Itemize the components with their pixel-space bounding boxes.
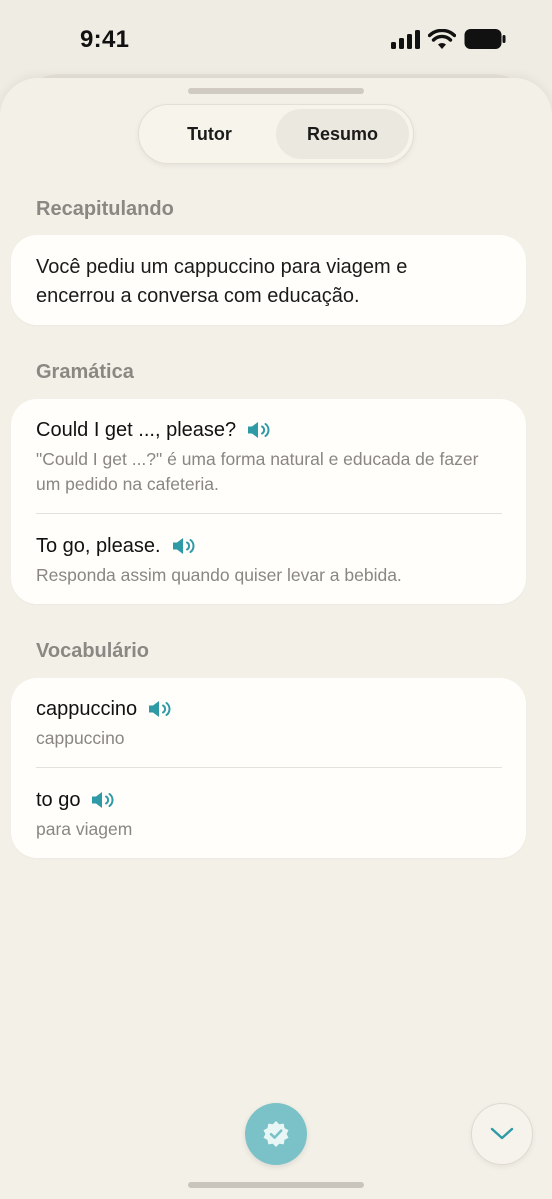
status-time: 9:41 (80, 26, 130, 53)
complete-button[interactable] (245, 1103, 307, 1165)
speaker-icon[interactable] (90, 790, 116, 810)
vocab-item: to go para viagem (36, 785, 502, 842)
chevron-down-icon (490, 1127, 514, 1140)
signal-icon (391, 30, 420, 49)
grammar-card: Could I get ..., please? "Could I get ..… (11, 399, 526, 604)
divider (36, 767, 502, 768)
vocab-card: cappuccino cappuccino to go para viagem (11, 678, 526, 858)
speaker-icon[interactable] (171, 536, 197, 556)
vocab-translation: cappuccino (36, 728, 125, 748)
tab-resumo[interactable]: Resumo (276, 109, 409, 159)
recap-card: Você pediu um cappuccino para viagem e e… (11, 235, 526, 325)
status-icons (390, 28, 506, 50)
recap-text: Você pediu um cappuccino para viagem e e… (36, 256, 408, 307)
recap-title: Recapitulando (36, 198, 174, 220)
grammar-phrase: To go, please. (36, 534, 161, 557)
grammar-item: Could I get ..., please? "Could I get ..… (36, 415, 502, 497)
grammar-title: Gramática (36, 361, 134, 383)
collapse-button[interactable] (471, 1103, 533, 1165)
grammar-item: To go, please. Responda assim quando qui… (36, 531, 502, 588)
grammar-note: Responda assim quando quiser levar a beb… (36, 565, 402, 585)
tab-tutor[interactable]: Tutor (143, 109, 276, 159)
sheet-grabber[interactable] (188, 88, 364, 94)
screen: 9:41 Tutor Resumo Recapitulando Você ped… (0, 0, 552, 1199)
grammar-phrase: Could I get ..., please? (36, 418, 237, 441)
divider (36, 513, 502, 514)
vocab-translation: para viagem (36, 819, 133, 839)
grammar-note: "Could I get ...?" é uma forma natural e… (36, 449, 479, 494)
vocab-word: cappuccino (36, 697, 138, 720)
home-indicator (188, 1182, 364, 1188)
vocab-title: Vocabulário (36, 640, 149, 662)
battery-icon (464, 29, 506, 49)
tab-switcher: Tutor Resumo (138, 104, 414, 164)
check-badge-icon (263, 1121, 289, 1147)
status-bar: 9:41 (0, 0, 552, 80)
summary-sheet: Tutor Resumo Recapitulando Você pediu um… (0, 78, 552, 1199)
vocab-item: cappuccino cappuccino (36, 694, 502, 751)
vocab-word: to go (36, 788, 81, 811)
speaker-icon[interactable] (147, 699, 173, 719)
wifi-icon (428, 28, 456, 49)
speaker-icon[interactable] (246, 420, 272, 440)
